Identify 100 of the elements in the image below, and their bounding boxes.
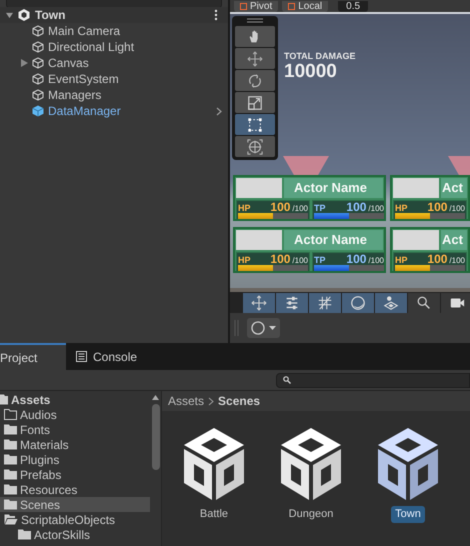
stat-max: /100 [449,256,465,264]
expand-arrow-icon [21,59,28,67]
breadcrumb-item[interactable]: Scenes [218,392,260,410]
stat-value: 100 [270,252,290,264]
hierarchy-item[interactable]: Main Camera [0,23,228,39]
chevron-right-icon [208,396,214,406]
total-damage-label: TOTAL DAMAGE [284,52,356,61]
search-icon [283,376,291,384]
folder-icon [4,454,17,465]
folder-item[interactable]: Plugins [0,452,150,467]
grid-icon [317,294,333,310]
pivot-icon [240,3,247,10]
stat-value: 100 [346,200,366,212]
folder-icon [4,439,17,450]
open-folder-icon [4,514,18,525]
total-damage-value: 10000 [284,62,338,81]
stat-max: /100 [292,204,308,212]
actor-name: Act [441,178,467,198]
hierarchy-item[interactable]: DataManager [0,103,228,119]
stat-value: 100 [346,252,366,264]
breadcrumb-item[interactable]: Assets [168,392,204,410]
scene-asset-icon [279,426,343,502]
toolbar-button[interactable]: Pivot [234,1,278,12]
folder-item[interactable]: Resources [0,482,150,497]
folder-item[interactable]: Fonts [0,422,150,437]
scrollbar-thumb[interactable] [152,404,160,470]
folder-item[interactable]: Audios [0,407,150,422]
scroll-up-icon [152,395,159,400]
search-field[interactable] [276,372,470,388]
hierarchy-item[interactable]: Directional Light [0,39,228,55]
circle-icon [350,294,366,310]
tab[interactable]: Project [0,343,66,370]
toolbar-button[interactable] [408,292,440,312]
toolbar-button[interactable] [243,292,275,312]
folder-icon [4,469,17,480]
toolbar-button[interactable] [309,292,341,312]
scene-title: Town [35,7,66,24]
cube-icon [32,41,44,53]
stat-value: 100 [427,200,448,212]
portrait-placeholder [393,178,439,198]
more-menu-icon [214,9,218,21]
tool-button[interactable] [235,114,275,135]
folder-item[interactable]: Prefabs [0,467,150,482]
pivot-icon [288,3,296,10]
scene-asset-icon [376,426,440,502]
actor-name: Act [441,230,467,250]
folder-item[interactable]: Materials [0,437,150,452]
move-icon [251,294,267,310]
folder-item[interactable]: ActorSkills [0,527,150,542]
move-tool-icon [247,50,263,66]
tool-button[interactable] [235,48,275,69]
stat-max: /100 [368,204,384,212]
portrait-placeholder [236,178,282,198]
tool-button[interactable] [235,92,275,113]
toolbar-button[interactable] [276,292,308,312]
cube-icon [32,89,44,101]
folder-item[interactable]: ScriptableObjects [0,512,150,527]
tool-button[interactable] [235,26,275,47]
actor-name: Actor Name [284,230,383,250]
stat-label: HP [395,256,408,264]
chevron-right-icon [216,106,222,116]
gizmo-dropdown-button[interactable] [247,318,280,338]
actor-name: Actor Name [284,178,383,198]
list-icon [76,351,87,362]
asset-label[interactable]: Town [391,506,425,522]
rect-tool-icon [247,116,263,132]
asset-label[interactable]: Battle [196,506,232,522]
stat-max: /100 [368,256,384,264]
tool-button[interactable] [235,136,275,157]
stat-max: /100 [449,204,465,212]
triangle-marker [283,156,329,176]
stat-label: TP [314,204,326,212]
cube-icon [32,105,44,117]
stat-label: HP [238,256,251,264]
cube-icon [32,73,44,85]
hierarchy-item[interactable]: Managers [0,87,228,103]
hierarchy-item[interactable]: Canvas [0,55,228,71]
transform-tool-icon [247,138,263,154]
folder-icon [4,409,17,420]
toolbar-button[interactable] [441,292,470,312]
portrait-placeholder [236,230,282,250]
folder-icon [4,424,17,435]
tool-button[interactable] [235,70,275,91]
sliders-icon [284,294,300,310]
toolbar-button[interactable]: 0.5 [338,1,368,12]
stat-label: TP [314,256,326,264]
hierarchy-item[interactable]: EventSystem [0,71,228,87]
grip-icon [247,18,263,23]
stat-max: /100 [292,256,308,264]
stat-value: 100 [270,200,290,212]
scale-tool-icon [247,94,263,110]
folder-item[interactable]: Scenes [0,497,150,512]
toolbar-button[interactable] [375,292,407,312]
toolbar-button[interactable]: Local [282,1,328,12]
folder-item[interactable]: Assets [0,392,150,407]
rotate-tool-icon [247,72,263,88]
asset-label[interactable]: Dungeon [284,506,338,522]
expand-arrow-icon [6,12,13,18]
stat-value: 100 [427,252,448,264]
toolbar-button[interactable] [342,292,374,312]
